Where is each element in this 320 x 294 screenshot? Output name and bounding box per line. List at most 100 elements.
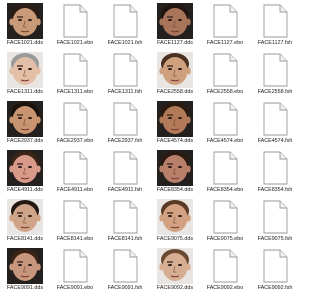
blank-document-icon bbox=[207, 3, 243, 39]
face-texture-thumbnail-icon bbox=[157, 199, 193, 235]
face-texture-thumbnail-icon bbox=[157, 101, 193, 137]
blank-document-icon bbox=[207, 150, 243, 186]
file-item[interactable]: FACE1127.fsh bbox=[250, 0, 300, 49]
file-item[interactable]: FACE2937.ebo bbox=[50, 98, 100, 147]
blank-document-icon bbox=[57, 248, 93, 284]
blank-document-icon bbox=[207, 101, 243, 137]
file-name-label: FACE8141.fsh bbox=[107, 236, 143, 242]
blank-document-icon bbox=[257, 3, 293, 39]
file-item[interactable]: FACE9091.dds bbox=[0, 245, 50, 294]
file-item[interactable]: FACE1021.fsh bbox=[100, 0, 150, 49]
file-item[interactable]: FACE2558.ebo bbox=[200, 49, 250, 98]
face-texture-thumbnail-icon bbox=[7, 52, 43, 88]
file-item[interactable]: FACE8141.fsh bbox=[100, 196, 150, 245]
blank-document-icon bbox=[107, 248, 143, 284]
file-item[interactable]: FACE8354.ebo bbox=[200, 147, 250, 196]
file-name-label: FACE2558.ebo bbox=[206, 89, 244, 95]
face-texture-thumbnail-icon bbox=[7, 199, 43, 235]
face-texture-thumbnail-icon bbox=[157, 248, 193, 284]
blank-document-icon bbox=[257, 52, 293, 88]
file-item[interactable]: FACE1311.dds bbox=[0, 49, 50, 98]
blank-document-icon bbox=[207, 248, 243, 284]
file-item[interactable]: FACE9091.fsh bbox=[100, 245, 150, 294]
blank-document-icon bbox=[257, 248, 293, 284]
file-name-label: FACE2937.dds bbox=[6, 138, 44, 144]
face-texture-thumbnail-icon bbox=[157, 52, 193, 88]
file-item[interactable]: FACE4911.ebo bbox=[50, 147, 100, 196]
file-name-label: FACE9092.dds bbox=[156, 285, 194, 291]
file-item[interactable]: FACE2558.dds bbox=[150, 49, 200, 98]
blank-document-icon bbox=[107, 199, 143, 235]
file-item[interactable]: FACE9075.dds bbox=[150, 196, 200, 245]
file-name-label: FACE4911.ebo bbox=[56, 187, 94, 193]
face-texture-thumbnail-icon bbox=[7, 150, 43, 186]
file-item[interactable]: FACE1021.ebo bbox=[50, 0, 100, 49]
blank-document-icon bbox=[257, 199, 293, 235]
file-item[interactable]: FACE9091.ebo bbox=[50, 245, 100, 294]
file-name-label: FACE1021.dds bbox=[6, 40, 44, 46]
file-name-label: FACE1021.ebo bbox=[56, 40, 94, 46]
file-name-label: FACE1127.fsh bbox=[257, 40, 293, 46]
file-item[interactable]: FACE1021.dds bbox=[0, 0, 50, 49]
file-item[interactable]: FACE1127.ebo bbox=[200, 0, 250, 49]
blank-document-icon bbox=[107, 3, 143, 39]
file-name-label: FACE4574.dds bbox=[156, 138, 194, 144]
blank-document-icon bbox=[57, 150, 93, 186]
file-item[interactable]: FACE8354.dds bbox=[150, 147, 200, 196]
file-item[interactable]: FACE4574.ebo bbox=[200, 98, 250, 147]
file-name-label: FACE1127.ebo bbox=[206, 40, 244, 46]
blank-document-icon bbox=[57, 3, 93, 39]
file-name-label: FACE1311.dds bbox=[7, 89, 43, 95]
file-name-label: FACE4574.ebo bbox=[206, 138, 244, 144]
file-name-label: FACE1021.fsh bbox=[107, 40, 143, 46]
file-name-label: FACE9091.ebo bbox=[56, 285, 94, 291]
file-item[interactable]: FACE2937.dds bbox=[0, 98, 50, 147]
file-item[interactable]: FACE9092.fsh bbox=[250, 245, 300, 294]
file-item[interactable]: FACE8141.ebo bbox=[50, 196, 100, 245]
file-name-label: FACE9091.dds bbox=[6, 285, 44, 291]
file-name-label: FACE8141.ebo bbox=[56, 236, 94, 242]
file-item[interactable]: FACE2558.fsh bbox=[250, 49, 300, 98]
file-item[interactable]: FACE9075.fsh bbox=[250, 196, 300, 245]
face-texture-thumbnail-icon bbox=[7, 248, 43, 284]
file-name-label: FACE9092.fsh bbox=[257, 285, 293, 291]
file-item[interactable]: FACE8354.fsh bbox=[250, 147, 300, 196]
file-name-label: FACE4574.fsh bbox=[257, 138, 293, 144]
face-texture-thumbnail-icon bbox=[157, 3, 193, 39]
blank-document-icon bbox=[257, 150, 293, 186]
file-item[interactable]: FACE4911.dds bbox=[0, 147, 50, 196]
blank-document-icon bbox=[57, 101, 93, 137]
file-item[interactable]: FACE1311.fsh bbox=[100, 49, 150, 98]
file-item[interactable]: FACE9092.ebo bbox=[200, 245, 250, 294]
file-name-label: FACE2937.fsh bbox=[107, 138, 143, 144]
blank-document-icon bbox=[107, 101, 143, 137]
blank-document-icon bbox=[57, 52, 93, 88]
file-name-label: FACE8354.ebo bbox=[206, 187, 244, 193]
face-texture-thumbnail-icon bbox=[157, 150, 193, 186]
file-name-label: FACE2558.dds bbox=[156, 89, 194, 95]
file-name-label: FACE9075.fsh bbox=[257, 236, 293, 242]
file-item[interactable]: FACE9092.dds bbox=[150, 245, 200, 294]
file-name-label: FACE2558.fsh bbox=[257, 89, 293, 95]
file-item[interactable]: FACE4574.dds bbox=[150, 98, 200, 147]
blank-document-icon bbox=[57, 199, 93, 235]
file-item[interactable]: FACE4911.fsh bbox=[100, 147, 150, 196]
file-item[interactable]: FACE1311.ebo bbox=[50, 49, 100, 98]
file-item[interactable]: FACE8141.dds bbox=[0, 196, 50, 245]
blank-document-icon bbox=[257, 101, 293, 137]
file-name-label: FACE9075.ebo bbox=[206, 236, 244, 242]
blank-document-icon bbox=[207, 52, 243, 88]
file-name-label: FACE1311.ebo bbox=[56, 89, 94, 95]
file-name-label: FACE1127.dds bbox=[157, 40, 193, 46]
file-item[interactable]: FACE2937.fsh bbox=[100, 98, 150, 147]
face-texture-thumbnail-icon bbox=[7, 101, 43, 137]
blank-document-icon bbox=[107, 150, 143, 186]
file-item[interactable]: FACE4574.fsh bbox=[250, 98, 300, 147]
file-item[interactable]: FACE1127.dds bbox=[150, 0, 200, 49]
file-name-label: FACE2937.ebo bbox=[56, 138, 94, 144]
file-name-label: FACE9075.dds bbox=[156, 236, 194, 242]
blank-document-icon bbox=[207, 199, 243, 235]
file-name-label: FACE8354.fsh bbox=[257, 187, 293, 193]
file-name-label: FACE8354.dds bbox=[156, 187, 194, 193]
file-item[interactable]: FACE9075.ebo bbox=[200, 196, 250, 245]
